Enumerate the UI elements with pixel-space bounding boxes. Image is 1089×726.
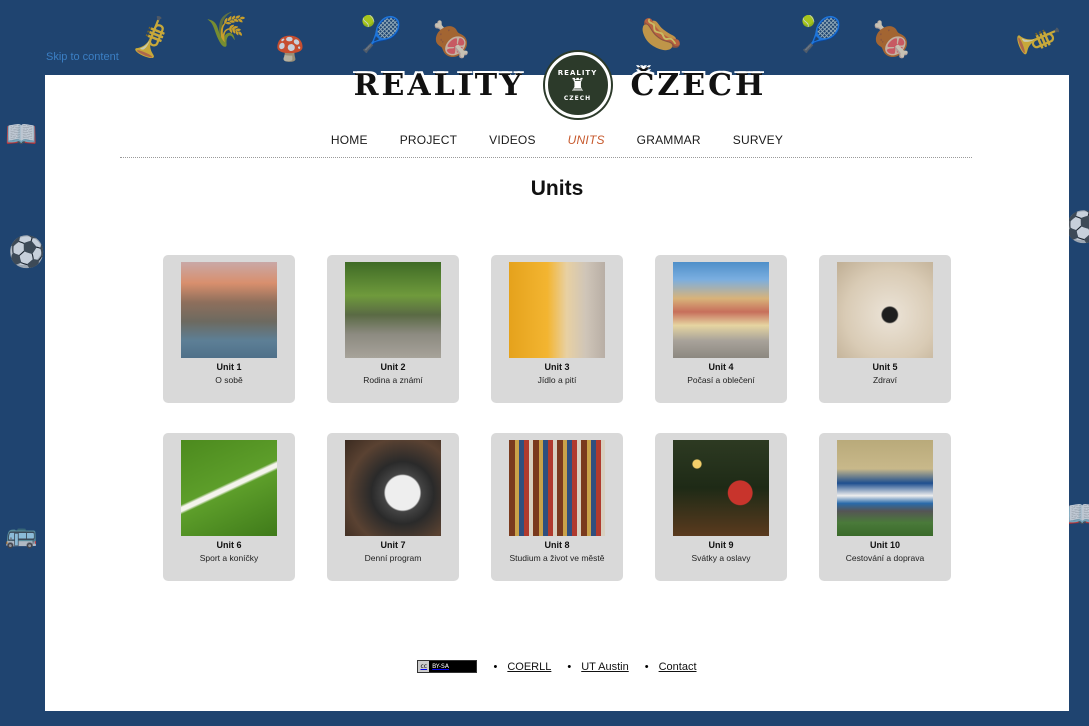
trumpet-icon: 🎺 <box>123 12 179 68</box>
bullet: • <box>493 660 498 673</box>
unit-subtitle: Cestování a doprava <box>845 553 925 563</box>
stethoscope-photo <box>837 262 933 358</box>
prague-city-photo <box>181 262 277 358</box>
nav-grammar[interactable]: GRAMMAR <box>637 133 701 147</box>
unit-subtitle: Sport a koníčky <box>199 553 259 563</box>
wristwatch-photo <box>345 440 441 536</box>
unit-title: Unit 6 <box>216 540 242 550</box>
nav-survey[interactable]: SURVEY <box>733 133 783 147</box>
castle-icon: ♜ <box>569 74 586 96</box>
unit-card-10[interactable]: Unit 10 Cestování a doprava <box>819 433 951 581</box>
unit-card-9[interactable]: Unit 9 Svátky a oslavy <box>655 433 787 581</box>
unit-card-2[interactable]: Unit 2 Rodina a známí <box>327 255 459 403</box>
bookshelf-photo <box>509 440 605 536</box>
unit-card-1[interactable]: Unit 1 O sobě <box>163 255 295 403</box>
unit-card-7[interactable]: Unit 7 Denní program <box>327 433 459 581</box>
ham-icon: 🍖 <box>870 20 913 60</box>
unit-card-4[interactable]: Unit 4 Počasí a oblečení <box>655 255 787 403</box>
book-icon: 📖 <box>1066 500 1089 530</box>
train-photo <box>837 440 933 536</box>
cc-icon: cc <box>418 661 430 672</box>
unit-card-3[interactable]: Unit 3 Jídlo a pití <box>491 255 623 403</box>
units-grid: Unit 1 O sobě Unit 2 Rodina a známí Unit… <box>163 255 953 581</box>
page-content: REALITY REALITY ♜ CZECH ČZECH HOME PROJE… <box>45 52 1069 711</box>
park-people-photo <box>345 262 441 358</box>
football-icon: ⚽ <box>8 235 46 270</box>
nav-videos[interactable]: VIDEOS <box>489 133 536 147</box>
unit-title: Unit 5 <box>872 362 898 372</box>
town-square-photo <box>673 262 769 358</box>
seal-bottom-text: CZECH <box>563 94 592 102</box>
christmas-ornaments-photo <box>673 440 769 536</box>
unit-subtitle: O sobě <box>215 375 243 385</box>
skip-to-content-link[interactable]: Skip to content <box>46 51 119 63</box>
wheat-icon: 🌾 <box>205 10 248 50</box>
unit-card-8[interactable]: Unit 8 Studium a život ve městě <box>491 433 623 581</box>
unit-card-6[interactable]: Unit 6 Sport a koníčky <box>163 433 295 581</box>
book-icon: 📖 <box>5 120 38 150</box>
logo-word-reality: REALITY <box>353 67 525 103</box>
football-field-photo <box>181 440 277 536</box>
unit-title: Unit 2 <box>380 362 406 372</box>
footer-link-ut-austin[interactable]: UT Austin <box>581 661 629 673</box>
unit-title: Unit 8 <box>544 540 570 550</box>
main-nav: HOME PROJECT VIDEOS UNITS GRAMMAR SURVEY <box>45 133 1069 147</box>
unit-subtitle: Zdraví <box>872 375 898 385</box>
unit-title: Unit 3 <box>544 362 570 372</box>
unit-subtitle: Počasí a oblečení <box>687 375 755 385</box>
beer-mug-photo <box>509 262 605 358</box>
cc-license-badge[interactable]: cc BY-SA <box>417 660 478 673</box>
unit-subtitle: Svátky a oslavy <box>691 553 751 563</box>
tennis-icon: 🎾 <box>800 15 843 55</box>
unit-subtitle: Studium a život ve městě <box>509 553 605 563</box>
unit-title: Unit 9 <box>708 540 734 550</box>
unit-title: Unit 7 <box>380 540 406 550</box>
unit-title: Unit 4 <box>708 362 734 372</box>
logo-seal: REALITY ♜ CZECH <box>544 52 611 118</box>
footer-link-coerll[interactable]: COERLL <box>507 661 551 673</box>
logo-word-czech: ČZECH <box>630 67 767 103</box>
mushroom-icon: 🍄 <box>275 35 305 63</box>
unit-subtitle: Rodina a známí <box>363 375 423 385</box>
site-logo[interactable]: REALITY REALITY ♜ CZECH ČZECH <box>345 45 775 125</box>
bullet: • <box>644 660 649 673</box>
unit-subtitle: Denní program <box>364 553 422 563</box>
nav-project[interactable]: PROJECT <box>400 133 457 147</box>
nav-units[interactable]: UNITS <box>568 133 605 147</box>
car-icon: 🚌 <box>5 520 38 550</box>
nav-home[interactable]: HOME <box>331 133 368 147</box>
nav-divider <box>120 157 972 158</box>
page-title: Units <box>530 177 584 200</box>
unit-title: Unit 10 <box>869 540 900 550</box>
unit-subtitle: Jídlo a pití <box>537 375 577 385</box>
unit-title: Unit 1 <box>216 362 242 372</box>
site-footer: cc BY-SA • COERLL • UT Austin • Contact <box>45 660 1069 673</box>
trumpet-icon: 🎺 <box>1009 13 1063 67</box>
by-sa-label: BY-SA <box>429 661 477 672</box>
unit-card-5[interactable]: Unit 5 Zdraví <box>819 255 951 403</box>
bullet: • <box>567 660 572 673</box>
footer-link-contact[interactable]: Contact <box>659 661 697 673</box>
